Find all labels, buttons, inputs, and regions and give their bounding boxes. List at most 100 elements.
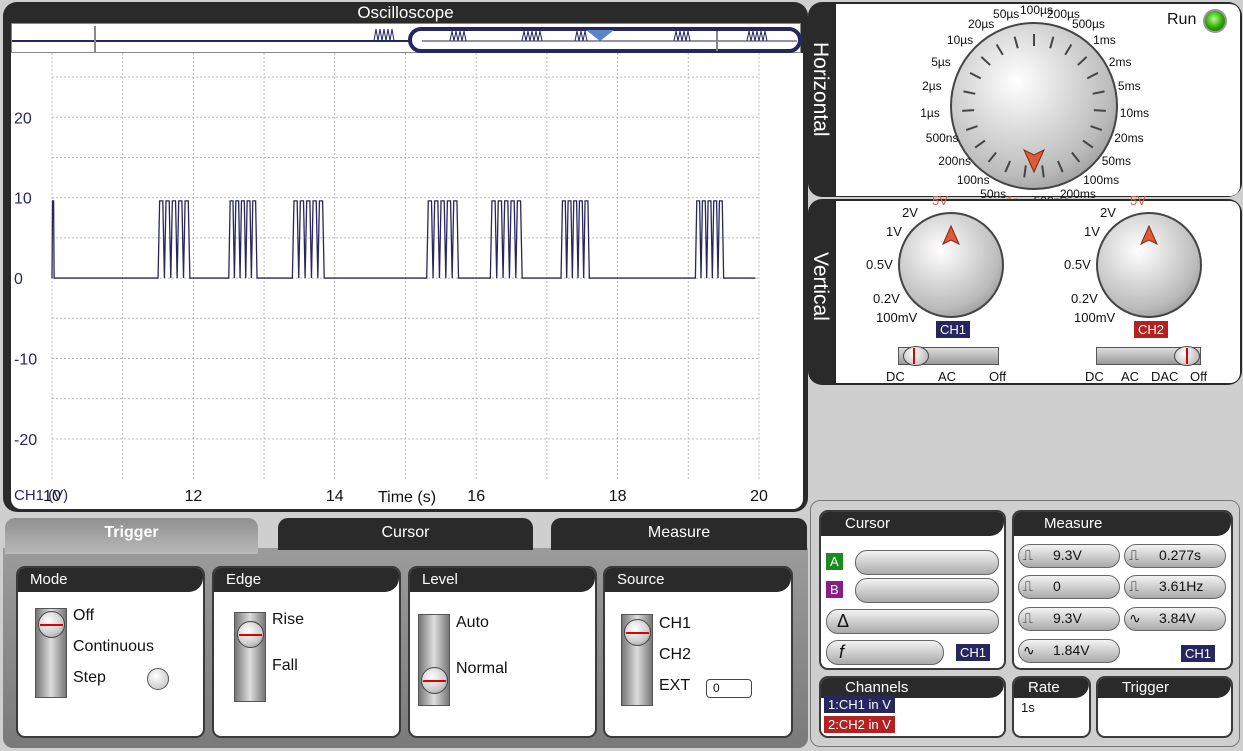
mode-step-label[interactable]: Step <box>73 669 106 687</box>
dial-tick <box>1041 165 1045 178</box>
x-tick-label: 14 <box>326 488 344 505</box>
ch2-coupling-ac[interactable]: AC <box>1121 369 1139 384</box>
dial-tick <box>963 90 976 95</box>
dial-tick <box>1013 36 1019 49</box>
ext-level-input[interactable]: 0 <box>706 679 752 698</box>
timebase-scale-label: 1µs <box>920 105 940 120</box>
cursor-a-icon[interactable]: A <box>826 553 843 570</box>
source-ext-label[interactable]: EXT <box>659 677 690 695</box>
y-axis-label: CH1 (V) <box>14 487 68 504</box>
timebase-scale-label: 50ms <box>1101 154 1132 169</box>
timebase-scale-label: 20ms <box>1114 131 1144 146</box>
measure-vmax[interactable]: 9.3V <box>1018 544 1120 568</box>
dial-tick <box>1093 109 1106 112</box>
source-title: Source <box>605 568 791 592</box>
dial-tick <box>995 43 1004 56</box>
ch1-coupling-off[interactable]: Off <box>989 369 1006 384</box>
edge-fall-label[interactable]: Fall <box>272 657 298 675</box>
mode-slider[interactable] <box>35 608 67 698</box>
step-button[interactable] <box>147 668 169 690</box>
dial-tick <box>969 71 982 80</box>
cursor-a-field[interactable] <box>855 550 999 575</box>
x-tick-label: 18 <box>609 488 627 505</box>
dial-tick <box>1056 160 1064 173</box>
edge-slider[interactable] <box>234 612 266 702</box>
dial-tick <box>980 56 991 66</box>
ch1-coupling-slider[interactable] <box>898 346 999 366</box>
ch2-scale-label: 0.5V <box>1064 257 1091 272</box>
dial-tick <box>1049 36 1055 49</box>
ch2-scale-label: 5V <box>1130 193 1146 208</box>
x-tick-label: 12 <box>185 488 203 505</box>
ch2-volts-dial[interactable] <box>1096 212 1202 318</box>
cursor-b-icon[interactable]: B <box>826 581 843 598</box>
oscilloscope-title: Oscilloscope <box>357 3 454 22</box>
level-normal-label[interactable]: Normal <box>456 660 508 678</box>
run-indicator[interactable] <box>1203 9 1227 33</box>
timebase-scale-label: 2ms <box>1108 54 1132 69</box>
period-wave-icon: ⎍ <box>1129 547 1139 563</box>
cursor-b-field[interactable] <box>855 578 999 603</box>
source-ch1-label[interactable]: CH1 <box>659 615 691 633</box>
source-ch2-label[interactable]: CH2 <box>659 646 691 664</box>
pp-wave-icon: ⎍ <box>1023 610 1033 626</box>
mode-off-label[interactable]: Off <box>73 607 94 625</box>
cursor-f-field[interactable]: f <box>826 640 944 665</box>
ch1-coupling-ac[interactable]: AC <box>938 369 956 384</box>
dial-tick <box>1023 165 1027 178</box>
ch1-scale-label: 0.2V <box>873 291 900 306</box>
dial-tick <box>1090 125 1103 132</box>
y-tick-label: 0 <box>14 271 23 288</box>
ch1-coupling-dc[interactable]: DC <box>886 369 905 384</box>
horizontal-label: Horizontal <box>809 42 832 137</box>
x-axis-label: Time (s) <box>378 489 436 506</box>
dial-tick <box>1092 90 1105 95</box>
ch2-coupling-dac[interactable]: DAC <box>1151 369 1178 384</box>
mode-continuous-label[interactable]: Continuous <box>73 638 154 656</box>
ch2-coupling-off[interactable]: Off <box>1190 369 1207 384</box>
ch1-scale-label: 0.5V <box>866 257 893 272</box>
ch2-scale-label: 0.2V <box>1071 291 1098 306</box>
ch1-volts-dial[interactable] <box>898 212 1004 318</box>
edge-rise-label[interactable]: Rise <box>272 611 304 629</box>
plot-area[interactable]: 10 12 14 16 18 20 20 10 0 -10 -20 CH1 (V) Time (s) <box>11 53 803 509</box>
timebase-scale-label: 200ns <box>938 154 971 169</box>
cursor-delta-field[interactable]: Δ <box>826 609 999 634</box>
level-auto-label[interactable]: Auto <box>456 614 489 632</box>
timebase-scale-label: 1ms <box>1093 33 1116 48</box>
tab-measure[interactable]: Measure <box>551 518 807 550</box>
overview-strip[interactable] <box>11 23 802 53</box>
channel-item-ch2[interactable]: 2:CH2 in V <box>824 716 895 733</box>
dial-tick <box>1064 43 1073 56</box>
dial-tick <box>1071 151 1081 163</box>
dial-tick <box>1077 56 1088 66</box>
ch2-coupling-slider[interactable] <box>1096 346 1201 366</box>
timebase-scale-label: 100ms <box>1083 173 1120 188</box>
measure-period[interactable]: 0.277s <box>1124 544 1226 568</box>
measure-vpp[interactable]: 9.3V <box>1018 607 1120 631</box>
measure-vmin[interactable]: 0 <box>1018 575 1120 599</box>
channel-item-ch1[interactable]: 1:CH1 in V <box>824 696 895 713</box>
source-slider[interactable] <box>621 614 653 706</box>
pointer-icon <box>941 224 961 246</box>
level-slider[interactable] <box>418 614 450 706</box>
y-tick-label: -10 <box>14 351 37 368</box>
dial-tick <box>974 139 986 149</box>
pointer-icon <box>1139 224 1159 246</box>
timebase-scale-label: 10µs <box>946 33 974 48</box>
dial-tick <box>1004 160 1012 173</box>
ch1-badge: CH1 <box>936 321 971 338</box>
ch1-trace <box>51 200 756 279</box>
tab-cursor[interactable]: Cursor <box>278 518 533 550</box>
measure-frequency[interactable]: 3.61Hz <box>1124 575 1226 599</box>
x-tick-label: 20 <box>750 488 768 505</box>
rate-title: Rate <box>1014 678 1089 698</box>
timebase-scale-label: 10ms <box>1119 105 1150 120</box>
vertical-label: Vertical <box>809 252 832 321</box>
ch2-coupling-dc[interactable]: DC <box>1085 369 1104 384</box>
rms-wave-icon: ∿ <box>1129 610 1141 626</box>
tab-trigger[interactable]: Trigger <box>5 518 258 554</box>
timebase-scale-label: 100ns <box>956 173 990 188</box>
timebase-scale-label: 50µs <box>993 6 1020 21</box>
ch2-badge: CH2 <box>1134 321 1169 338</box>
